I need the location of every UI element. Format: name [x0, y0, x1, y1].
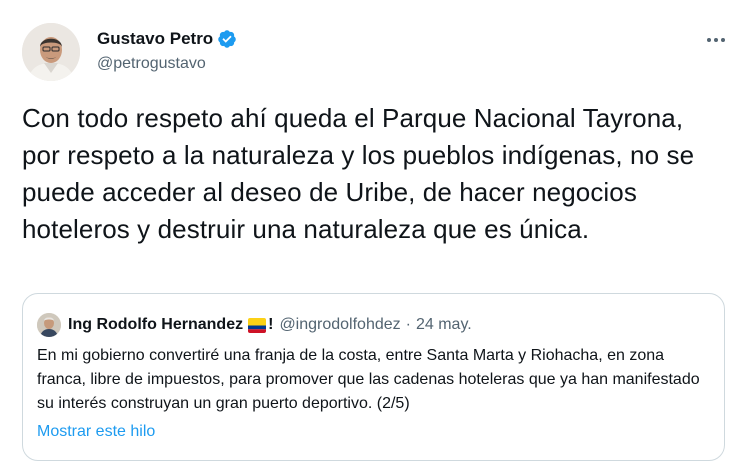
quoted-author-handle: @ingrodolfohdez — [279, 316, 401, 333]
colombia-flag-icon — [248, 317, 267, 333]
quoted-tweet-header: Ing Rodolfo Hernandez ! @ingrodolfohdez … — [37, 313, 472, 337]
author-handle[interactable]: @petrogustavo — [97, 55, 206, 73]
author-name[interactable]: Gustavo Petro — [97, 29, 213, 49]
tweet: Gustavo Petro @petrogustavo Con todo res… — [0, 0, 747, 461]
quoted-tweet-date: 24 may. — [415, 316, 472, 333]
tweet-text: Con todo respeto ahí queda el Parque Nac… — [22, 103, 695, 244]
quoted-tweet[interactable]: Ing Rodolfo Hernandez ! @ingrodolfohdez … — [22, 293, 725, 461]
more-options-icon[interactable] — [703, 30, 729, 50]
show-thread-link[interactable]: Mostrar este hilo — [37, 423, 155, 441]
quoted-tweet-text: En mi gobierno convertiré una franja de … — [37, 347, 700, 412]
verified-badge-icon — [218, 30, 236, 48]
author-name-row[interactable]: Gustavo Petro — [97, 29, 237, 49]
separator-dot: · — [405, 316, 411, 333]
quoted-author-name: Ing Rodolfo Hernandez — [68, 316, 244, 333]
quoted-author-avatar — [37, 313, 61, 337]
quoted-author-name-suffix: ! — [268, 316, 274, 333]
author-avatar[interactable] — [22, 23, 80, 81]
